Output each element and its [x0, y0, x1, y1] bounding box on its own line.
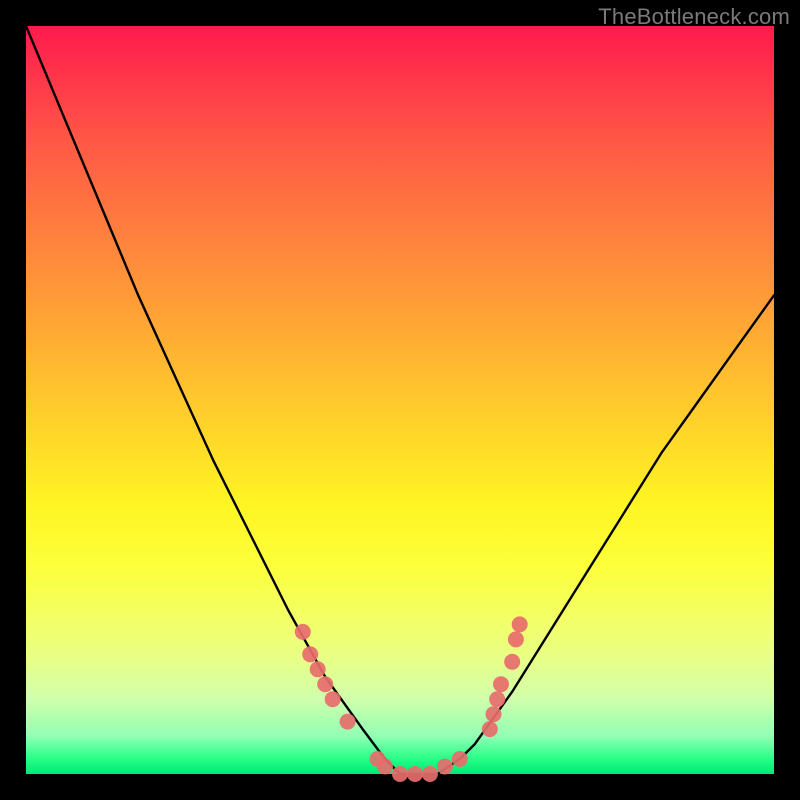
- highlight-marker: [407, 766, 423, 782]
- bottleneck-curve: [26, 26, 774, 774]
- highlight-marker: [504, 654, 520, 670]
- highlight-marker: [422, 766, 438, 782]
- highlight-marker: [392, 766, 408, 782]
- highlight-marker: [452, 751, 468, 767]
- highlight-marker: [317, 676, 333, 692]
- highlight-marker: [310, 661, 326, 677]
- highlight-marker: [493, 676, 509, 692]
- highlight-marker: [482, 721, 498, 737]
- curve-line: [26, 26, 774, 774]
- highlight-marker: [437, 759, 453, 775]
- plot-area: [26, 26, 774, 774]
- highlight-marker: [486, 706, 502, 722]
- highlight-marker: [508, 631, 524, 647]
- highlight-marker: [512, 616, 528, 632]
- highlight-marker: [295, 624, 311, 640]
- highlight-marker: [325, 691, 341, 707]
- highlight-marker: [489, 691, 505, 707]
- highlight-marker: [340, 714, 356, 730]
- chart-frame: TheBottleneck.com: [0, 0, 800, 800]
- highlight-marker: [302, 646, 318, 662]
- watermark-text: TheBottleneck.com: [598, 4, 790, 30]
- highlight-marker: [377, 759, 393, 775]
